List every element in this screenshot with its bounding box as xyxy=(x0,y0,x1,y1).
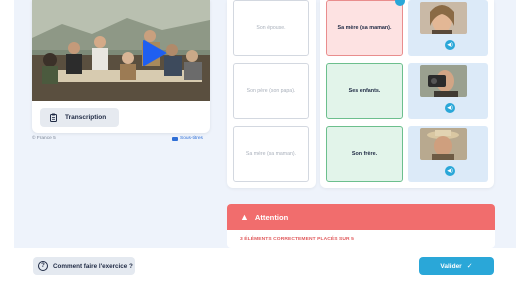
video-card: Transcription xyxy=(32,0,210,133)
video-player[interactable] xyxy=(32,0,210,101)
help-label: Comment faire l'exercice ? xyxy=(53,262,133,270)
transcript-button[interactable]: Transcription xyxy=(40,108,119,127)
video-thumbnail xyxy=(32,0,210,101)
play-button[interactable] xyxy=(142,40,166,66)
answers-panel: Sa mère (sa maman). Ses enfants. Son frè… xyxy=(320,0,494,188)
character-photo xyxy=(420,128,467,160)
help-button[interactable]: ? Comment faire l'exercice ? xyxy=(33,257,135,275)
question-icon: ? xyxy=(38,261,48,271)
audio-button[interactable]: ◀) xyxy=(445,166,455,176)
answer-card-correct[interactable]: Ses enfants. xyxy=(326,63,403,119)
check-icon: ✓ xyxy=(466,263,473,270)
drop-slot[interactable]: Sa mère (sa maman). xyxy=(233,126,309,182)
attention-header: ▲ Attention xyxy=(227,204,495,230)
speaker-icon: ◀) xyxy=(447,104,453,111)
character-card: ◀) xyxy=(408,0,488,56)
speaker-icon: ◀) xyxy=(447,41,453,48)
speaker-icon: ◀) xyxy=(447,167,453,174)
drop-zone-panel: Son épouse. Son père (son papa). Sa mère… xyxy=(227,0,316,188)
validate-button[interactable]: Valider ✓ xyxy=(419,257,494,275)
validate-label: Valider xyxy=(440,262,462,270)
answer-card-correct[interactable]: Son frère. xyxy=(326,126,403,182)
subtitles-toggle[interactable]: Sous-titres xyxy=(172,136,203,141)
character-photo xyxy=(420,2,467,34)
video-credit: © France 5 xyxy=(32,136,56,141)
subtitles-icon xyxy=(172,136,178,141)
character-photo xyxy=(420,65,467,97)
transcript-label: Transcription xyxy=(65,114,107,121)
audio-button[interactable]: ◀) xyxy=(445,103,455,113)
attention-title: Attention xyxy=(254,212,289,222)
clipboard-icon xyxy=(50,113,57,122)
footer-bar: ? Comment faire l'exercice ? Valider ✓ xyxy=(0,248,516,285)
drop-slot[interactable]: Son père (son papa). xyxy=(233,63,309,119)
play-icon xyxy=(143,40,166,66)
character-card: ◀) xyxy=(408,126,488,182)
attention-message: 3 ÉLÉMENTS CORRECTEMENT PLACÉS SUR 5 xyxy=(240,237,354,242)
answer-card-incorrect[interactable]: Sa mère (sa maman). xyxy=(326,0,403,56)
drop-slot[interactable]: Son épouse. xyxy=(233,0,309,56)
character-card: ◀) xyxy=(408,63,488,119)
audio-button[interactable]: ◀) xyxy=(445,40,455,50)
warning-icon: ▲ xyxy=(240,212,249,222)
exercise-app: Transcription © France 5 Sous-titres Son… xyxy=(0,0,516,285)
attention-alert: ▲ Attention 3 ÉLÉMENTS CORRECTEMENT PLAC… xyxy=(227,204,495,248)
subtitles-label: Sous-titres xyxy=(180,136,203,141)
